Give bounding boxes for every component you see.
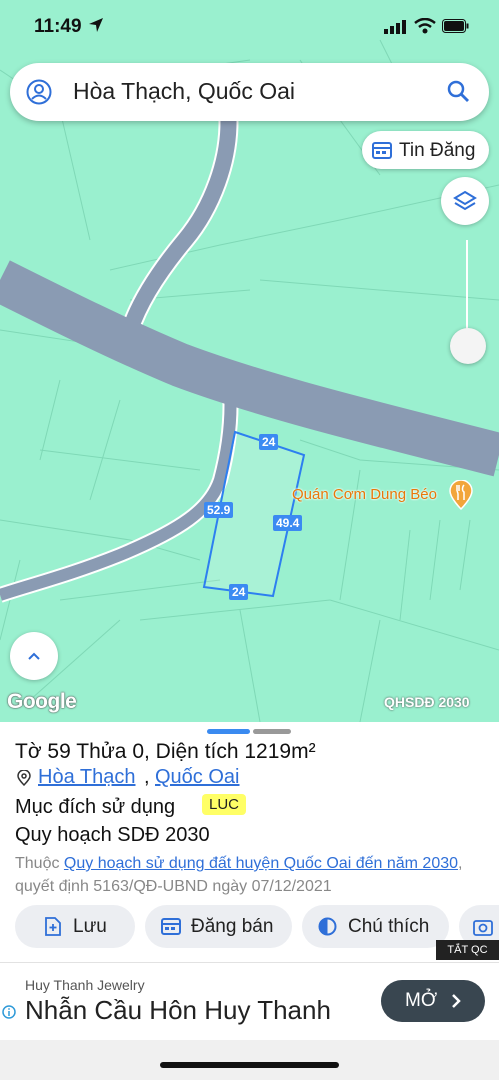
commune-link[interactable]: Hòa Thạch xyxy=(38,766,135,789)
ad-brand: Huy Thanh Jewelry xyxy=(25,977,145,993)
opacity-slider-track[interactable] xyxy=(466,240,468,335)
plan-note: Thuộc Quy hoạch sử dụng đất huyện Quốc O… xyxy=(15,852,490,898)
purpose-label: Mục đích sử dụng xyxy=(15,796,176,818)
edge-label-right: 49.4 xyxy=(273,515,303,531)
cellular-signal-icon xyxy=(384,20,406,34)
layers-button[interactable] xyxy=(441,177,489,225)
search-title[interactable]: Hòa Thạch, Quốc Oai xyxy=(73,78,295,105)
location-arrow-icon xyxy=(89,18,103,32)
note-prefix: Thuộc xyxy=(15,855,64,872)
overlay-label: QHSDĐ 2030 xyxy=(384,694,470,710)
location-pin-icon xyxy=(17,770,31,786)
plan-label: Quy hoạch SDĐ 2030 xyxy=(15,824,210,846)
tin-dang-button[interactable]: Tin Đăng xyxy=(362,131,489,169)
parcel-title: Tờ 59 Thửa 0, Diện tích 1219m² xyxy=(15,740,316,763)
location-separator: , xyxy=(144,766,150,788)
sheet-handle-active[interactable] xyxy=(207,729,250,734)
google-logo: Google xyxy=(7,690,77,713)
wifi-icon xyxy=(414,18,436,34)
save-label: Lưu xyxy=(73,916,107,937)
status-time: 11:49 xyxy=(34,16,82,37)
land-use-badge: LUC xyxy=(202,794,247,815)
plan-link[interactable]: Quy hoạch sử dụng đất huyện Quốc Oai đến… xyxy=(64,855,458,872)
sheet-handle[interactable] xyxy=(253,729,291,734)
chevron-up-icon xyxy=(28,652,40,660)
legend-button[interactable]: Chú thích xyxy=(302,905,449,948)
add-document-icon xyxy=(45,917,61,936)
ad-banner[interactable]: Huy Thanh Jewelry Nhẫn Cầu Hôn Huy Thanh… xyxy=(0,962,499,1040)
legend-label: Chú thích xyxy=(348,916,430,937)
tin-dang-label: Tin Đăng xyxy=(399,140,476,161)
post-sale-label: Đăng bán xyxy=(191,916,274,937)
status-bar: 11:49 xyxy=(0,0,499,54)
calendar-icon xyxy=(161,918,181,935)
system-bottom-bar xyxy=(0,1040,499,1080)
close-ad-button[interactable]: TẮT QC xyxy=(436,940,499,960)
search-icon[interactable] xyxy=(446,79,472,105)
chevron-right-icon xyxy=(452,994,461,1008)
action-row: Lưu Đăng bán Chú thích xyxy=(0,905,499,949)
restaurant-pin-icon[interactable] xyxy=(448,480,474,510)
save-button[interactable]: Lưu xyxy=(15,905,135,948)
ad-headline[interactable]: Nhẫn Cầu Hôn Huy Thanh xyxy=(25,995,331,1026)
post-sale-button[interactable]: Đăng bán xyxy=(145,905,292,948)
ad-info-icon[interactable] xyxy=(2,1005,16,1019)
poi-label[interactable]: Quán Cơm Dung Béo xyxy=(292,486,437,503)
user-account-icon[interactable] xyxy=(26,79,52,105)
ad-open-label: MỞ xyxy=(405,990,438,1011)
district-link[interactable]: Quốc Oai xyxy=(155,766,239,789)
layers-icon xyxy=(453,190,477,211)
expand-up-button[interactable] xyxy=(10,632,58,680)
parcel-info-sheet[interactable]: Tờ 59 Thửa 0, Diện tích 1219m² Hòa Thạch… xyxy=(0,722,499,1080)
ad-open-button[interactable]: MỞ xyxy=(381,980,485,1022)
edge-label-top: 24 xyxy=(259,434,279,450)
search-bar[interactable]: Hòa Thạch, Quốc Oai xyxy=(10,63,489,121)
battery-icon xyxy=(442,19,469,33)
home-indicator[interactable] xyxy=(160,1062,339,1068)
opacity-slider-knob[interactable] xyxy=(450,328,486,364)
add-photo-icon xyxy=(473,920,493,936)
map-view[interactable]: 24 52.9 49.4 24 Quán Cơm Dung Béo 11:49 … xyxy=(0,0,499,722)
calendar-icon xyxy=(372,142,392,159)
edge-label-left: 52.9 xyxy=(204,502,234,518)
edge-label-bottom: 24 xyxy=(229,584,249,600)
contrast-icon xyxy=(318,917,337,936)
